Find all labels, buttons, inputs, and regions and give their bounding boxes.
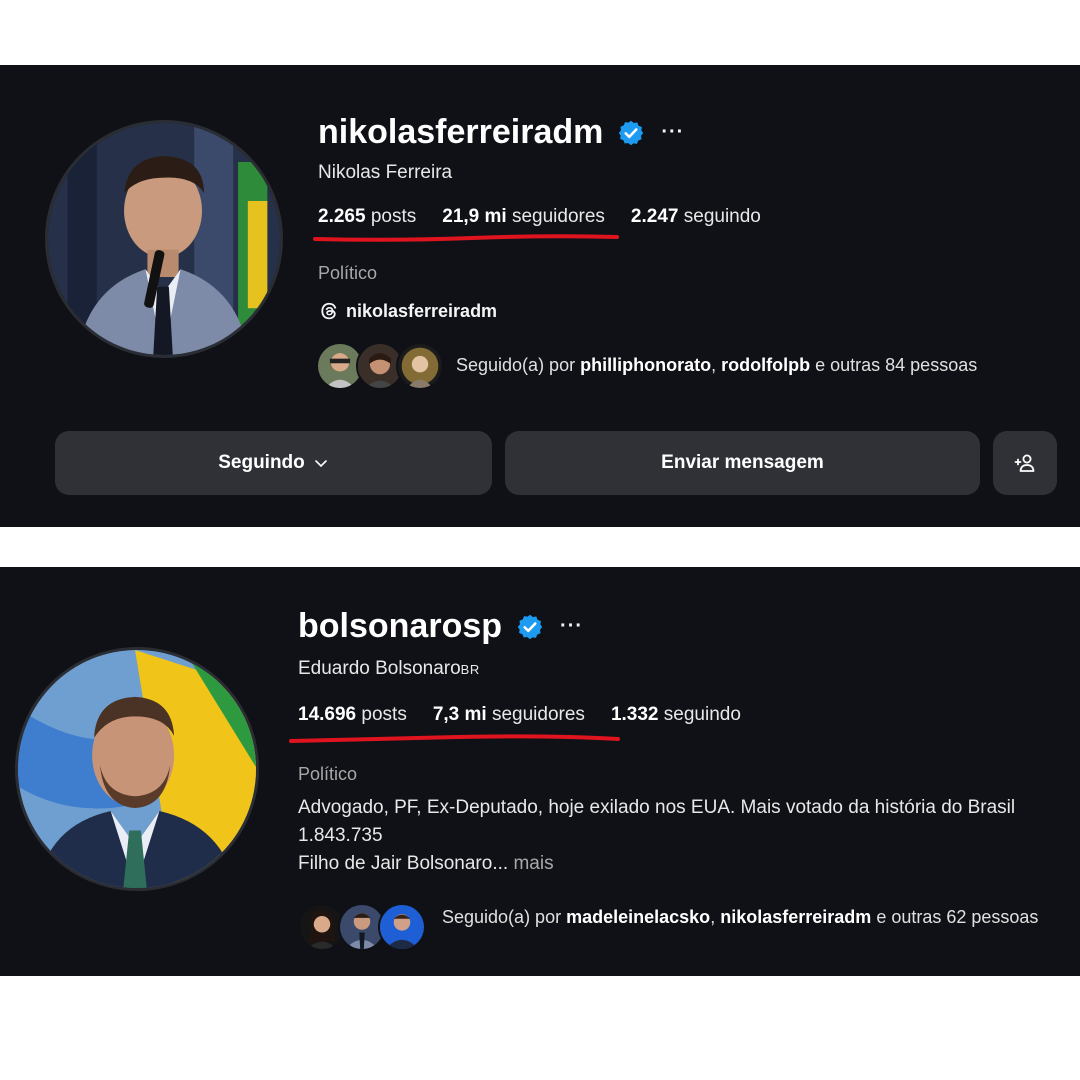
following-label: seguindo [683,206,761,227]
person-photo-icon [398,344,442,388]
followed-by[interactable]: Seguido(a) por philliphonorato, rodolfol… [316,342,977,390]
following-label: seguindo [663,704,741,725]
follower-username-2[interactable]: nikolasferreiradm [720,907,871,927]
verified-badge-icon [517,614,543,639]
followers-value: 7,3 mi [432,704,487,725]
follower-username-1[interactable]: philliphonorato [580,355,711,375]
profile-username-row: nikolasferreiradm ··· [318,113,684,152]
following-value: 2.247 [630,206,679,227]
followed-by-prefix: Seguido(a) por [456,355,576,375]
threads-icon [321,302,337,320]
followers-count[interactable]: 21,9 mi seguidores [442,206,605,228]
followed-by-avatars [298,903,432,951]
add-person-icon [1014,454,1035,472]
profile-username-row: bolsonarosp ··· [298,607,583,646]
followed-by-prefix: Seguido(a) por [442,907,562,927]
category-label: Político [298,764,358,784]
bio-line-2-text: Filho de Jair Bolsonaro... [298,853,509,874]
posts-label: posts [361,704,407,725]
followed-by-suffix: e outras 62 pessoas [876,907,1039,927]
follower-username-1[interactable]: madeleinelacsko [566,907,710,927]
posts-value: 14.696 [298,704,357,725]
separator: , [711,355,717,375]
posts-value: 2.265 [318,206,366,227]
send-message-button[interactable]: Enviar mensagem [505,431,980,495]
full-name: Eduardo Bolsonarobr [298,658,480,680]
more-options-icon[interactable]: ··· [560,615,583,638]
followed-by-suffix: e outras 84 pessoas [815,355,978,375]
followed-by-text: Seguido(a) por madeleinelacsko, nikolasf… [442,903,1042,931]
full-name: Nikolas Ferreira [318,162,452,184]
add-user-button[interactable] [993,431,1057,495]
following-button[interactable]: Seguindo [55,431,492,495]
posts-count[interactable]: 2.265 posts [318,206,416,228]
following-button-label: Seguindo [218,452,305,473]
category-label: Político [318,263,378,283]
red-underline-annotation [289,734,620,743]
username: nikolasferreiradm [318,113,604,151]
posts-count[interactable]: 14.696 posts [298,704,407,726]
following-value: 1.332 [610,704,659,725]
followers-value: 21,9 mi [442,206,507,227]
followed-by[interactable]: Seguido(a) por madeleinelacsko, nikolasf… [298,903,1042,951]
followers-label: seguidores [511,206,605,227]
red-underline-annotation [313,234,619,242]
followed-by-avatars [316,342,448,390]
mini-avatar [378,903,426,951]
follower-username-2[interactable]: rodolfolpb [721,355,810,375]
profile-avatar[interactable] [45,120,283,358]
followed-by-text: Seguido(a) por philliphonorato, rodolfol… [456,342,977,379]
bio-line-1: Advogado, PF, Ex-Deputado, hoje exilado … [298,797,1016,846]
full-name-text: Nikolas Ferreira [318,162,453,183]
username: bolsonarosp [298,607,503,645]
followers-count[interactable]: 7,3 mi seguidores [433,704,585,726]
verified-badge-icon [619,120,644,145]
profile-card-nikolas: nikolasferreiradm ··· Nikolas Ferreira 2… [0,65,1080,527]
person-photo-icon [380,905,424,949]
posts-label: posts [370,206,417,227]
threads-link[interactable]: nikolasferreiradm [318,300,497,322]
followers-label: seguidores [491,704,585,725]
profile-card-eduardo: bolsonarosp ··· Eduardo Bolsonarobr 14.6… [0,567,1080,976]
send-message-label: Enviar mensagem [661,452,824,473]
following-count[interactable]: 1.332 seguindo [611,704,741,726]
profile-stats: 2.265 posts 21,9 mi seguidores 2.247 seg… [318,206,761,228]
bio-line-2: Filho de Jair Bolsonaro... mais [298,850,1058,878]
mini-avatar [396,342,444,390]
profile-stats: 14.696 posts 7,3 mi seguidores 1.332 seg… [298,704,741,726]
chevron-down-icon [314,460,327,468]
separator: , [710,907,716,927]
following-count[interactable]: 2.247 seguindo [631,206,761,228]
country-badge: br [460,662,480,677]
bio-more-link[interactable]: mais [513,853,553,874]
person-photo-icon [18,650,256,888]
threads-handle: nikolasferreiradm [346,300,498,321]
full-name-text: Eduardo Bolsonaro [298,658,461,679]
more-options-icon[interactable]: ··· [661,121,684,144]
profile-avatar[interactable] [15,647,259,891]
profile-bio: Advogado, PF, Ex-Deputado, hoje exilado … [298,794,1058,878]
person-photo-icon [48,123,280,355]
